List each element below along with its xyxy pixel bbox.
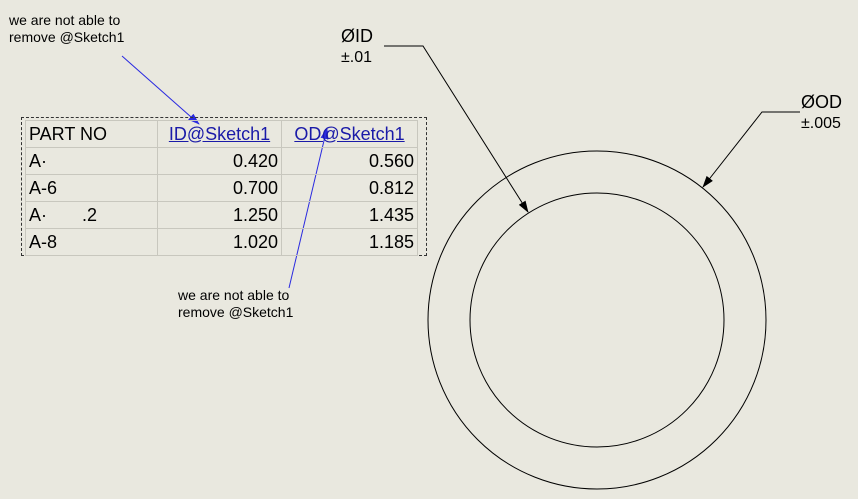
table-row: A· .2 1.250 1.435 (25, 201, 418, 229)
table-cell-id[interactable]: 1.250 (157, 201, 282, 229)
table-cell-od[interactable]: 0.812 (281, 174, 418, 202)
dimension-tolerance: ±.005 (801, 115, 841, 132)
table-cell-id[interactable]: 1.020 (157, 228, 282, 256)
outer-diameter-dimension[interactable]: ØOD ±.005 (801, 91, 842, 135)
note-line: we are not able to (9, 12, 121, 28)
note-line: we are not able to (178, 287, 290, 303)
table-cell-part-no[interactable]: A· .2 (25, 201, 158, 229)
outer-diameter-circle[interactable] (427, 150, 767, 490)
dimension-label: ØID (341, 26, 374, 46)
annotation-note-bottom[interactable]: we are not able to remove @Sketch1 (178, 287, 293, 321)
note-line: remove @Sketch1 (178, 304, 294, 320)
column-header-part-no[interactable]: PART NO (25, 120, 158, 148)
table-cell-od[interactable]: 0.560 (281, 147, 418, 175)
table-cell-id[interactable]: 0.420 (157, 147, 282, 175)
note-line: remove @Sketch1 (9, 29, 125, 45)
design-table-grid: PART NO ID@Sketch1 OD@Sketch1 A· 0.420 0… (25, 120, 418, 256)
table-row: A· 0.420 0.560 (25, 147, 418, 175)
annotation-note-top[interactable]: we are not able to remove @Sketch1 (9, 12, 124, 46)
table-row: A-6 0.700 0.812 (25, 174, 418, 202)
inner-diameter-dimension[interactable]: ØID ±.01 (341, 25, 373, 69)
column-header-od[interactable]: OD@Sketch1 (281, 120, 418, 148)
design-table[interactable]: PART NO ID@Sketch1 OD@Sketch1 A· 0.420 0… (21, 117, 427, 256)
column-header-id[interactable]: ID@Sketch1 (157, 120, 282, 148)
od-leader-line (702, 111, 800, 188)
table-cell-od[interactable]: 1.435 (281, 201, 418, 229)
note-top-arrow (121, 55, 200, 125)
table-cell-part-no[interactable]: A-6 (25, 174, 158, 202)
dimension-tolerance: ±.01 (341, 49, 373, 66)
inner-diameter-circle[interactable] (469, 192, 725, 448)
table-cell-part-no[interactable]: A-8 (25, 228, 158, 256)
table-row: A-8 1.020 1.185 (25, 228, 418, 256)
table-cell-part-no[interactable]: A· (25, 147, 158, 175)
table-header-row: PART NO ID@Sketch1 OD@Sketch1 (25, 120, 418, 148)
dimension-label: ØOD (801, 92, 843, 112)
table-cell-id[interactable]: 0.700 (157, 174, 282, 202)
table-cell-od[interactable]: 1.185 (281, 228, 418, 256)
